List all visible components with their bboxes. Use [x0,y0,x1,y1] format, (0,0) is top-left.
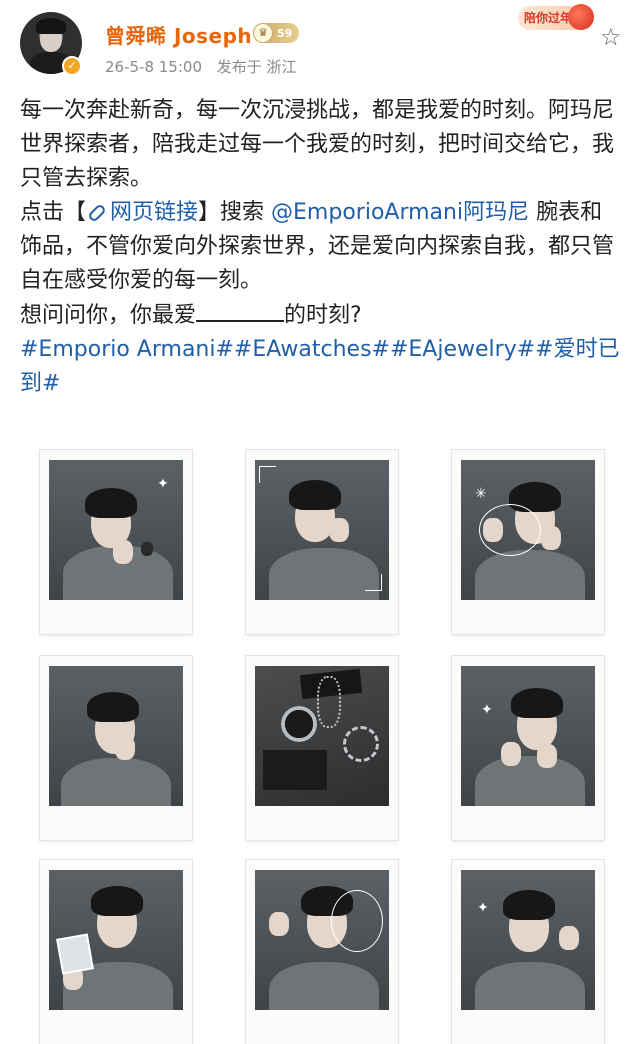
level-icon: ♛ [253,23,273,43]
photo-3-image: ✳ [461,460,595,600]
sparkle-icon: ✦ [481,702,493,718]
post-paragraph-2: 点击【 网页链接】搜索 @EmporioArmani阿玛尼 腕表和饰品，不管你爱向… [20,196,624,298]
necklace-shape [317,676,341,728]
p3-suffix: 的时刻? [284,303,362,328]
photo-4-image [49,666,183,806]
lantern-icon [568,4,594,30]
sparkle-icon: ✦ [157,476,169,492]
avatar-hair-shape [36,18,66,34]
photo-7[interactable] [40,860,192,1044]
link-icon [87,203,107,223]
photo-8-image [255,870,389,1010]
hashtags[interactable]: #Emporio Armani##EAwatches##EAjewelry##爱… [20,333,624,401]
gift-box [263,750,327,790]
sparkle-icon: ✦ [477,900,489,916]
favorite-star-icon[interactable]: ☆ [600,25,622,49]
watch-icon [281,706,317,742]
festival-badge-label: 陪你过年 [524,11,573,25]
username[interactable]: 曾舜晞 Joseph [105,20,252,49]
photo-5[interactable] [246,656,398,840]
level-number: 59 [277,26,293,40]
photo-1[interactable]: ✦ [40,450,192,634]
photo-2-image [255,460,389,600]
photo-7-image [49,870,183,1010]
level-badge[interactable]: ♛ 59 [253,23,299,43]
verified-badge-icon: ✓ [62,56,82,76]
post-paragraph-3: 想问问你，你最爱 的时刻? [20,298,624,333]
web-link-label: 网页链接 [110,200,199,225]
photo-1-image: ✦ [49,460,183,600]
p2-mid: 】搜索 [198,200,272,225]
web-link[interactable]: 网页链接 [86,200,198,225]
photo-2[interactable] [246,450,398,634]
photo-9-image: ✦ [461,870,595,1010]
post-header: ✓ 曾舜晞 Joseph ♛ 59 26-5-8 15:00 发布于 浙江 陪你… [0,0,631,90]
photo-6[interactable]: ✦ [452,656,604,840]
post-timestamp: 26-5-8 15:00 [105,58,202,76]
photo-6-image: ✦ [461,666,595,806]
photo-5-image [255,666,389,806]
photo-4[interactable] [40,656,192,840]
post-content: 每一次奔赴新奇，每一次沉浸挑战，都是我爱的时刻。阿玛尼世界探索者，陪我走过每一个… [20,94,624,401]
post-location: 发布于 浙江 [216,58,297,76]
photo-8[interactable] [246,860,398,1044]
post-meta: 26-5-8 15:00 发布于 浙江 [105,56,307,77]
fill-in-blank [196,298,285,322]
p2-prefix: 点击【 [20,200,87,225]
mention-link[interactable]: @EmporioArmani阿玛尼 [271,200,529,225]
sparkle-icon: ✳ [475,486,487,502]
photo-9[interactable]: ✦ [452,860,604,1044]
bracelet-shape [343,726,379,762]
post-paragraph-1: 每一次奔赴新奇，每一次沉浸挑战，都是我爱的时刻。阿玛尼世界探索者，陪我走过每一个… [20,98,615,191]
festival-badge[interactable]: 陪你过年 [518,4,594,30]
photo-3[interactable]: ✳ [452,450,604,634]
p3-prefix: 想问问你，你最爱 [20,303,197,328]
